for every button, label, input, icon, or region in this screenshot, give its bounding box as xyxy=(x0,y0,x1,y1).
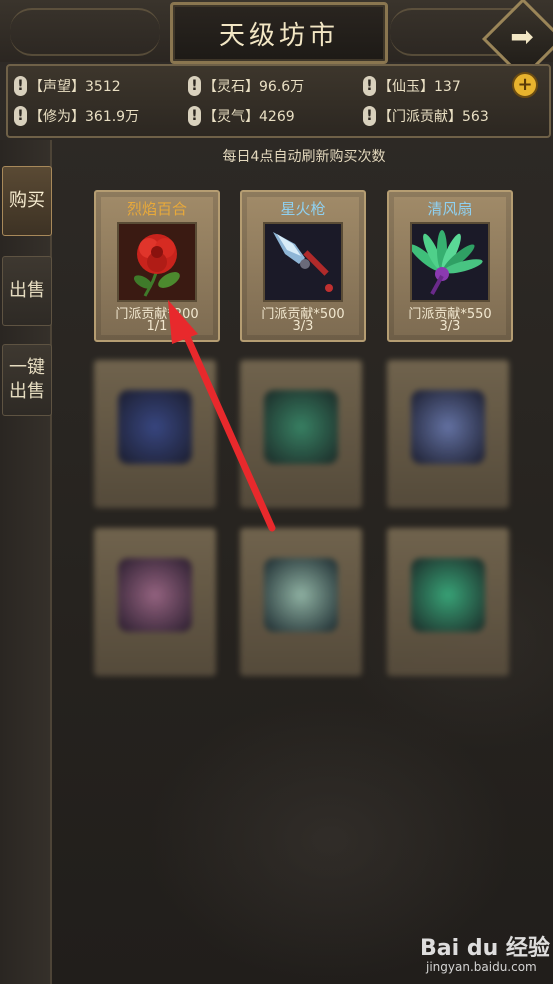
red-arrow-annotation xyxy=(168,300,276,532)
baidu-watermark: Bai du 经验 jingyan.baidu.com xyxy=(420,936,550,974)
